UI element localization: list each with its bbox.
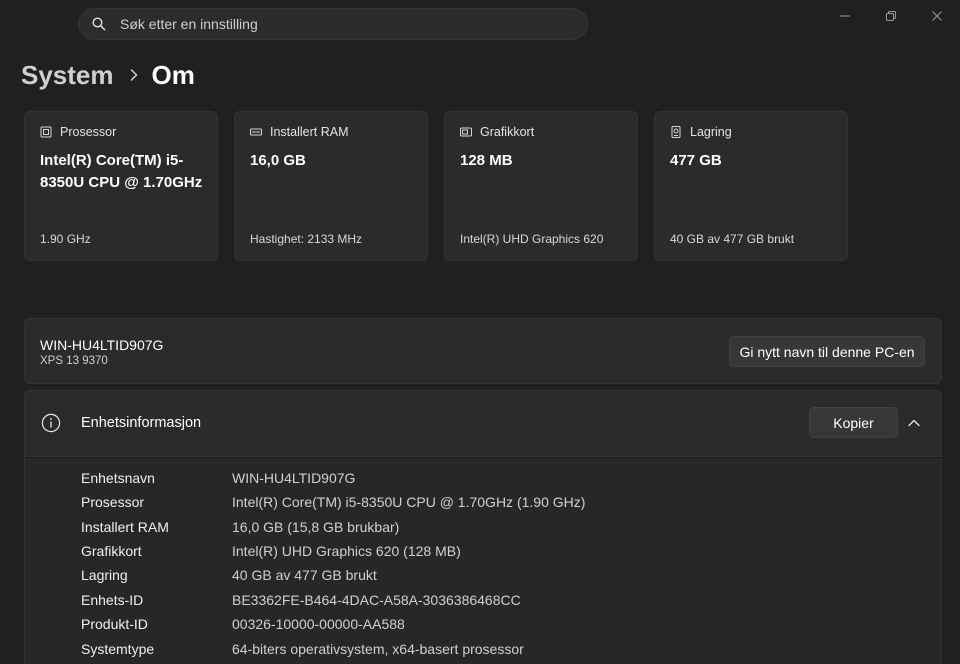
- close-icon: [932, 11, 942, 21]
- spec-key: Prosessor: [81, 494, 145, 510]
- chevron-up-icon[interactable]: [907, 417, 921, 429]
- restore-icon: [886, 11, 896, 21]
- card-label: Installert RAM: [270, 125, 349, 139]
- cpu-icon: [40, 126, 52, 138]
- card-ram: Installert RAM 16,0 GB Hastighet: 2133 M…: [234, 111, 428, 261]
- card-label: Prosessor: [60, 125, 117, 139]
- spec-key: Installert RAM: [81, 519, 169, 535]
- device-specs-title: Enhetsinformasjon: [81, 415, 202, 431]
- card-value: 16,0 GB: [250, 152, 306, 169]
- storage-icon: [670, 126, 682, 138]
- card-value: Intel(R) Core(TM) i5-8350U CPU @ 1.70GHz: [40, 152, 203, 191]
- device-model: XPS 13 9370: [40, 355, 108, 367]
- device-name-panel: WIN-HU4LTID907G XPS 13 9370 Gi nytt navn…: [24, 318, 942, 384]
- spec-key: Produkt-ID: [81, 616, 148, 632]
- device-specs-header[interactable]: Enhetsinformasjon Kopier: [24, 390, 942, 457]
- device-specs-list: Enhetsnavn WIN-HU4LTID907G Prosessor Int…: [24, 457, 942, 664]
- spec-key: Grafikkort: [81, 543, 142, 559]
- spec-row: Grafikkort Intel(R) UHD Graphics 620 (12…: [81, 539, 461, 563]
- minimize-icon: [840, 15, 850, 17]
- spec-key: Enhetsnavn: [81, 470, 155, 486]
- spec-value[interactable]: Intel(R) Core(TM) i5-8350U CPU @ 1.70GHz…: [232, 494, 585, 510]
- spec-value[interactable]: 64-biters operativsystem, x64-basert pro…: [232, 641, 524, 657]
- card-subtext: Hastighet: 2133 MHz: [250, 232, 363, 246]
- spec-value[interactable]: 00326-10000-00000-AA588: [232, 616, 405, 632]
- search-input[interactable]: [120, 16, 560, 32]
- info-icon: [41, 413, 61, 433]
- card-subtext: Intel(R) UHD Graphics 620: [460, 232, 604, 246]
- page-title: Om: [151, 59, 195, 90]
- card-value: 128 MB: [460, 152, 513, 169]
- spec-value[interactable]: WIN-HU4LTID907G: [232, 470, 355, 486]
- restore-button[interactable]: [868, 0, 914, 32]
- spec-key: Enhets-ID: [81, 592, 144, 608]
- card-value: 477 GB: [670, 152, 722, 169]
- spec-value[interactable]: 40 GB av 477 GB brukt: [232, 567, 377, 583]
- spec-key: Lagring: [81, 567, 128, 583]
- spec-value[interactable]: 16,0 GB (15,8 GB brukbar): [232, 519, 399, 535]
- device-name: WIN-HU4LTID907G: [40, 337, 164, 353]
- search-icon: [91, 16, 107, 32]
- search-box[interactable]: [78, 8, 588, 40]
- card-subtext: 40 GB av 477 GB brukt: [670, 232, 795, 246]
- spec-row: Systemtype 64-biters operativsystem, x64…: [81, 637, 524, 661]
- spec-row: Prosessor Intel(R) Core(TM) i5-8350U CPU…: [81, 490, 585, 514]
- chevron-right-icon: [130, 69, 138, 81]
- spec-row: Lagring 40 GB av 477 GB brukt: [81, 563, 377, 587]
- spec-row: Enhetsnavn WIN-HU4LTID907G: [81, 466, 355, 490]
- spec-row: Enhets-ID BE3362FE-B464-4DAC-A58A-303638…: [81, 588, 521, 612]
- settings-window: System Om Prosessor Intel(R) Core(TM) i5…: [0, 0, 960, 664]
- card-label: Grafikkort: [480, 125, 535, 139]
- breadcrumb-system[interactable]: System: [21, 60, 114, 91]
- spec-row: Produkt-ID 00326-10000-00000-AA588: [81, 612, 405, 636]
- close-button[interactable]: [914, 0, 960, 32]
- card-graphics: Grafikkort 128 MB Intel(R) UHD Graphics …: [444, 111, 638, 261]
- card-processor: Prosessor Intel(R) Core(TM) i5-8350U CPU…: [24, 111, 218, 261]
- spec-key: Systemtype: [81, 641, 155, 657]
- breadcrumb: System Om: [21, 58, 195, 92]
- rename-pc-button[interactable]: Gi nytt navn til denne PC-en: [729, 336, 925, 367]
- minimize-button[interactable]: [822, 0, 868, 32]
- window-controls: [822, 0, 960, 32]
- gpu-icon: [460, 126, 472, 138]
- spec-value[interactable]: BE3362FE-B464-4DAC-A58A-3036386468CC: [232, 592, 521, 608]
- ram-icon: [250, 126, 262, 138]
- card-subtext: 1.90 GHz: [40, 232, 91, 246]
- spec-value[interactable]: Intel(R) UHD Graphics 620 (128 MB): [232, 543, 461, 559]
- copy-button[interactable]: Kopier: [809, 407, 898, 438]
- card-label: Lagring: [690, 125, 732, 139]
- card-storage: Lagring 477 GB 40 GB av 477 GB brukt: [654, 111, 848, 261]
- spec-row: Installert RAM 16,0 GB (15,8 GB brukbar): [81, 515, 399, 539]
